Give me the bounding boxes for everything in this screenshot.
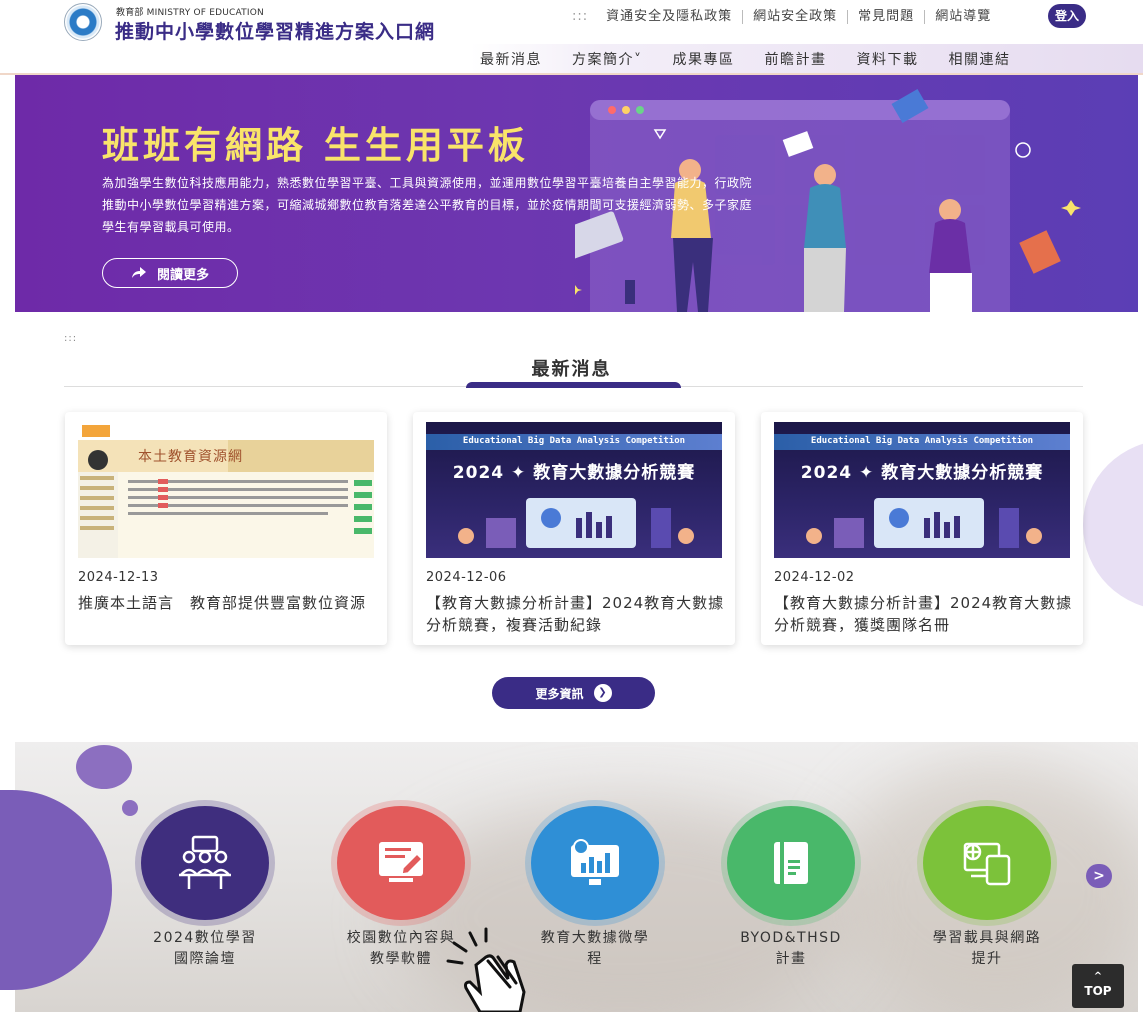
sitemap-link[interactable]: 網站導覽 [925,9,1001,24]
service-icon-circle [141,806,269,920]
news-date: 2024-12-06 [426,570,507,585]
service-forum[interactable]: 2024數位學習 國際論壇 [135,806,275,970]
news-card[interactable]: 本土教育資源網 2024-12-13 推廣本土語言 教育部提供豐富數位資源 [65,412,387,645]
news-title[interactable]: 【教育大數據分析計畫】2024教育大數據分析競賽，獲獎團隊名冊 [774,592,1074,636]
more-news-label: 更多資訊 [535,686,584,701]
nav-item-links[interactable]: 相關連結 [949,49,1011,69]
service-label: 學習載具與網路 提升 [932,930,1042,967]
data-analysis-illustration [806,498,1042,548]
service-byod[interactable]: BYOD&THSD 計畫 [721,806,861,970]
edit-document-icon [379,842,424,882]
service-icon-circle [531,806,659,920]
main-nav: 最新消息 方案簡介˅ 成果專區 前瞻計畫 資料下載 相關連結 [0,44,1143,75]
utility-links: ::: 資通安全及隱私政策 網站安全政策 常見問題 網站導覽 [572,9,1001,24]
thumbnail-subtitle: Educational Big Data Analysis Competitio… [462,436,686,446]
content-accesskey[interactable]: ::: [64,333,77,344]
chart-monitor-icon [571,839,619,885]
thumbnail-title: 2024 ✦ 教育大數據分析競賽 [452,463,696,483]
news-date: 2024-12-02 [774,570,855,585]
carousel-next-button[interactable]: > [1086,864,1112,888]
hero-title: 班班有網路 生生用平板 [102,124,529,167]
site-title[interactable]: 推動中小學數位學習精進方案入口網 [115,17,435,44]
news-title[interactable]: 推廣本土語言 教育部提供豐富數位資源 [78,592,378,614]
share-arrow-icon [131,267,146,278]
news-section-title: 最新消息 [531,359,612,380]
nav-item-forward-plan[interactable]: 前瞻計畫 [765,49,827,69]
thumbnail-title: 2024 ✦ 教育大數據分析競賽 [800,463,1044,483]
news-thumbnail: Educational Big Data Analysis Competitio… [426,422,722,558]
accesskey-dots[interactable]: ::: [572,9,588,24]
chevron-up-icon: ^ [1093,971,1103,982]
nav-item-intro[interactable]: 方案簡介˅ [572,49,643,69]
ministry-logo-icon[interactable] [64,3,102,41]
service-label: 2024數位學習 國際論壇 [153,930,257,967]
service-icon-circle [923,806,1051,920]
read-more-label: 閱讀更多 [156,267,209,283]
website-screenshot-image [78,422,374,558]
top-label: TOP [1084,984,1112,998]
service-devices-network[interactable]: 學習載具與網路 提升 [917,806,1057,970]
page: 教育部 MINISTRY OF EDUCATION 推動中小學數位學習精進方案入… [0,0,1143,1012]
login-button[interactable]: 登入 [1048,4,1086,28]
service-icon-circle [727,806,855,920]
news-date: 2024-12-13 [78,570,159,585]
service-icon-circle [337,806,465,920]
decorative-circle [76,745,132,789]
nav-item-results[interactable]: 成果專區 [673,49,735,69]
news-thumbnail: Educational Big Data Analysis Competitio… [774,422,1070,558]
news-thumbnail: 本土教育資源網 [78,422,374,558]
meeting-icon [179,835,231,889]
thumbnail-subtitle: Educational Big Data Analysis Competitio… [810,436,1034,446]
news-title[interactable]: 【教育大數據分析計畫】2024教育大數據分析競賽，複賽活動紀錄 [426,592,726,636]
site-header: 教育部 MINISTRY OF EDUCATION 推動中小學數位學習精進方案入… [0,0,1143,44]
more-news-button[interactable]: 更多資訊 ❯ [492,677,655,709]
faq-link[interactable]: 常見問題 [848,9,926,24]
nav-item-news[interactable]: 最新消息 [480,49,542,69]
side-decoration [1083,440,1143,610]
nav-item-downloads[interactable]: 資料下載 [857,49,919,69]
thumbnail-caption: 本土教育資源網 [138,449,243,465]
devices-globe-icon [963,842,1011,886]
data-analysis-illustration [458,498,694,548]
back-to-top-button[interactable]: ^ TOP [1072,964,1124,1008]
news-card[interactable]: Educational Big Data Analysis Competitio… [413,412,735,645]
security-policy-link[interactable]: 網站安全政策 [743,9,849,24]
section-title-underline [466,382,681,388]
hero-banner: 班班有網路 生生用平板 為加強學生數位科技應用能力，熟悉數位學習平臺、工具與資源… [15,75,1138,312]
news-card[interactable]: Educational Big Data Analysis Competitio… [761,412,1083,645]
chevron-right-icon: ❯ [593,684,612,702]
privacy-policy-link[interactable]: 資通安全及隱私政策 [596,9,744,24]
read-more-button[interactable]: 閱讀更多 [102,258,238,288]
service-label: BYOD&THSD 計畫 [740,930,842,967]
notebook-icon [774,842,808,884]
hero-description: 為加強學生數位科技應用能力，熟悉數位學習平臺、工具與資源使用，並運用數位學習平臺… [102,176,753,234]
hand-cursor-icon [446,927,526,1012]
